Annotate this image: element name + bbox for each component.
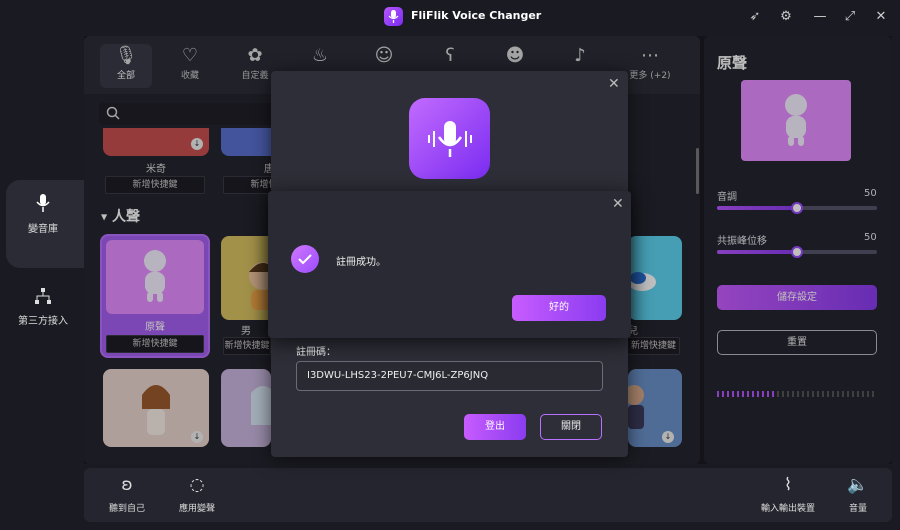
button-label: 聽到自己 [108, 504, 145, 514]
maximize-icon[interactable]: ⤢ [840, 7, 860, 27]
voice-apply-icon: ◌ [189, 475, 205, 495]
apply-voice-change-button[interactable]: ◌ 應用變聲 [174, 474, 220, 514]
plug-icon: ⌇ [783, 475, 793, 495]
logout-button[interactable]: 登出 [464, 414, 526, 440]
button-label: 輸入輸出裝置 [760, 504, 815, 514]
check-icon [291, 245, 319, 273]
sidebar-item-label: 變音庫 [28, 224, 58, 235]
volume-button[interactable]: 🔈 音量 [842, 474, 874, 514]
minimize-icon[interactable]: — [810, 7, 830, 27]
ok-button[interactable]: 好的 [512, 295, 606, 321]
close-icon[interactable]: ✕ [871, 7, 891, 27]
button-label: 音量 [848, 504, 867, 514]
close-icon[interactable]: ✕ [608, 76, 620, 92]
send-icon[interactable]: ➶ [745, 7, 765, 27]
sidebar-item-label: 第三方接入 [18, 316, 68, 327]
network-icon [0, 288, 86, 308]
registration-code-field[interactable]: I3DWU-LHS23-2PEU7-CMJ6L-ZP6JNQ [296, 361, 603, 391]
io-device-button[interactable]: ⌇ 輸入輸出裝置 [756, 474, 820, 514]
ear-icon: ʚ [121, 475, 133, 495]
gear-icon[interactable]: ⚙ [776, 7, 796, 27]
mic-icon [0, 194, 86, 216]
registration-code-label: 註冊碼： [296, 347, 336, 358]
button-label: 應用變聲 [178, 504, 215, 514]
close-icon[interactable]: ✕ [612, 196, 624, 212]
sidebar-item-third-party[interactable]: 第三方接入 [0, 288, 86, 327]
app-logo-icon [409, 98, 490, 179]
speaker-icon: 🔈 [847, 475, 869, 495]
close-dialog-button[interactable]: 關閉 [540, 414, 602, 440]
app-title: FliFlik Voice Changer [411, 9, 542, 22]
sidebar [0, 34, 86, 530]
listen-to-self-button[interactable]: ʚ 聽到自己 [104, 474, 150, 514]
sidebar-item-voice-library-content[interactable]: 變音庫 [0, 194, 86, 235]
app-logo-icon [384, 7, 403, 26]
success-message: 註冊成功。 [336, 257, 386, 268]
